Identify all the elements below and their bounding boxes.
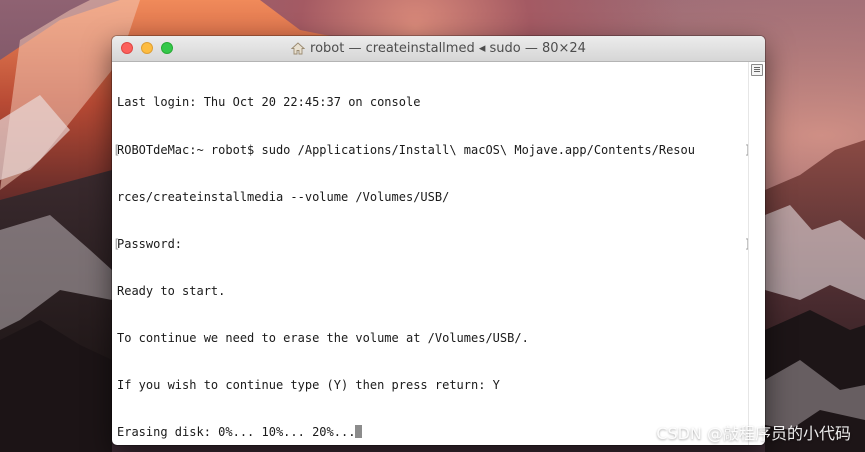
watermark: CSDN @敲程序员的小代码 (656, 424, 851, 443)
terminal-line-text: rces/createinstallmedia --volume /Volume… (117, 189, 450, 204)
text-cursor (355, 425, 363, 439)
terminal-line: rces/createinstallmedia --volume /Volume… (117, 190, 749, 206)
terminal-line: Last login: Thu Oct 20 22:45:37 on conso… (117, 95, 749, 111)
terminal-line-text: Ready to start. (117, 283, 226, 298)
terminal-line: [ROBOTdeMac:~ robot$ sudo /Applications/… (113, 142, 749, 159)
terminal-window: robot — createinstallmed ◂ sudo — 80×24 … (112, 36, 765, 445)
window-titlebar[interactable]: robot — createinstallmed ◂ sudo — 80×24 (112, 36, 765, 62)
terminal-line: To continue we need to erase the volume … (117, 331, 749, 347)
terminal-line: If you wish to continue type (Y) then pr… (117, 378, 749, 394)
scrollbar[interactable] (748, 62, 765, 445)
terminal-line-text: To continue we need to erase the volume … (117, 330, 529, 345)
terminal-line-text: Erasing disk: 0%... 10%... 20%... (117, 425, 356, 440)
terminal-line: Ready to start. (117, 284, 749, 300)
terminal-output[interactable]: Last login: Thu Oct 20 22:45:37 on conso… (112, 62, 749, 445)
window-title-text: robot — createinstallmed ◂ sudo — 80×24 (310, 41, 586, 56)
terminal-line-text: If you wish to continue type (Y) then pr… (117, 377, 500, 392)
terminal-line: Erasing disk: 0%... 10%... 20%... (117, 425, 749, 441)
mark-bracket-left: [ (113, 236, 121, 251)
terminal-line-text: Password: (117, 236, 183, 251)
terminal-line-text: Last login: Thu Oct 20 22:45:37 on conso… (117, 95, 421, 110)
mark-bracket-left: [ (113, 142, 121, 157)
window-title: robot — createinstallmed ◂ sudo — 80×24 (112, 36, 765, 61)
terminal-line: [Password:] (113, 236, 749, 253)
terminal-line-text: ROBOTdeMac:~ robot$ sudo /Applications/I… (117, 142, 695, 157)
scroll-split-icon[interactable] (751, 64, 763, 76)
home-folder-icon (291, 42, 306, 55)
